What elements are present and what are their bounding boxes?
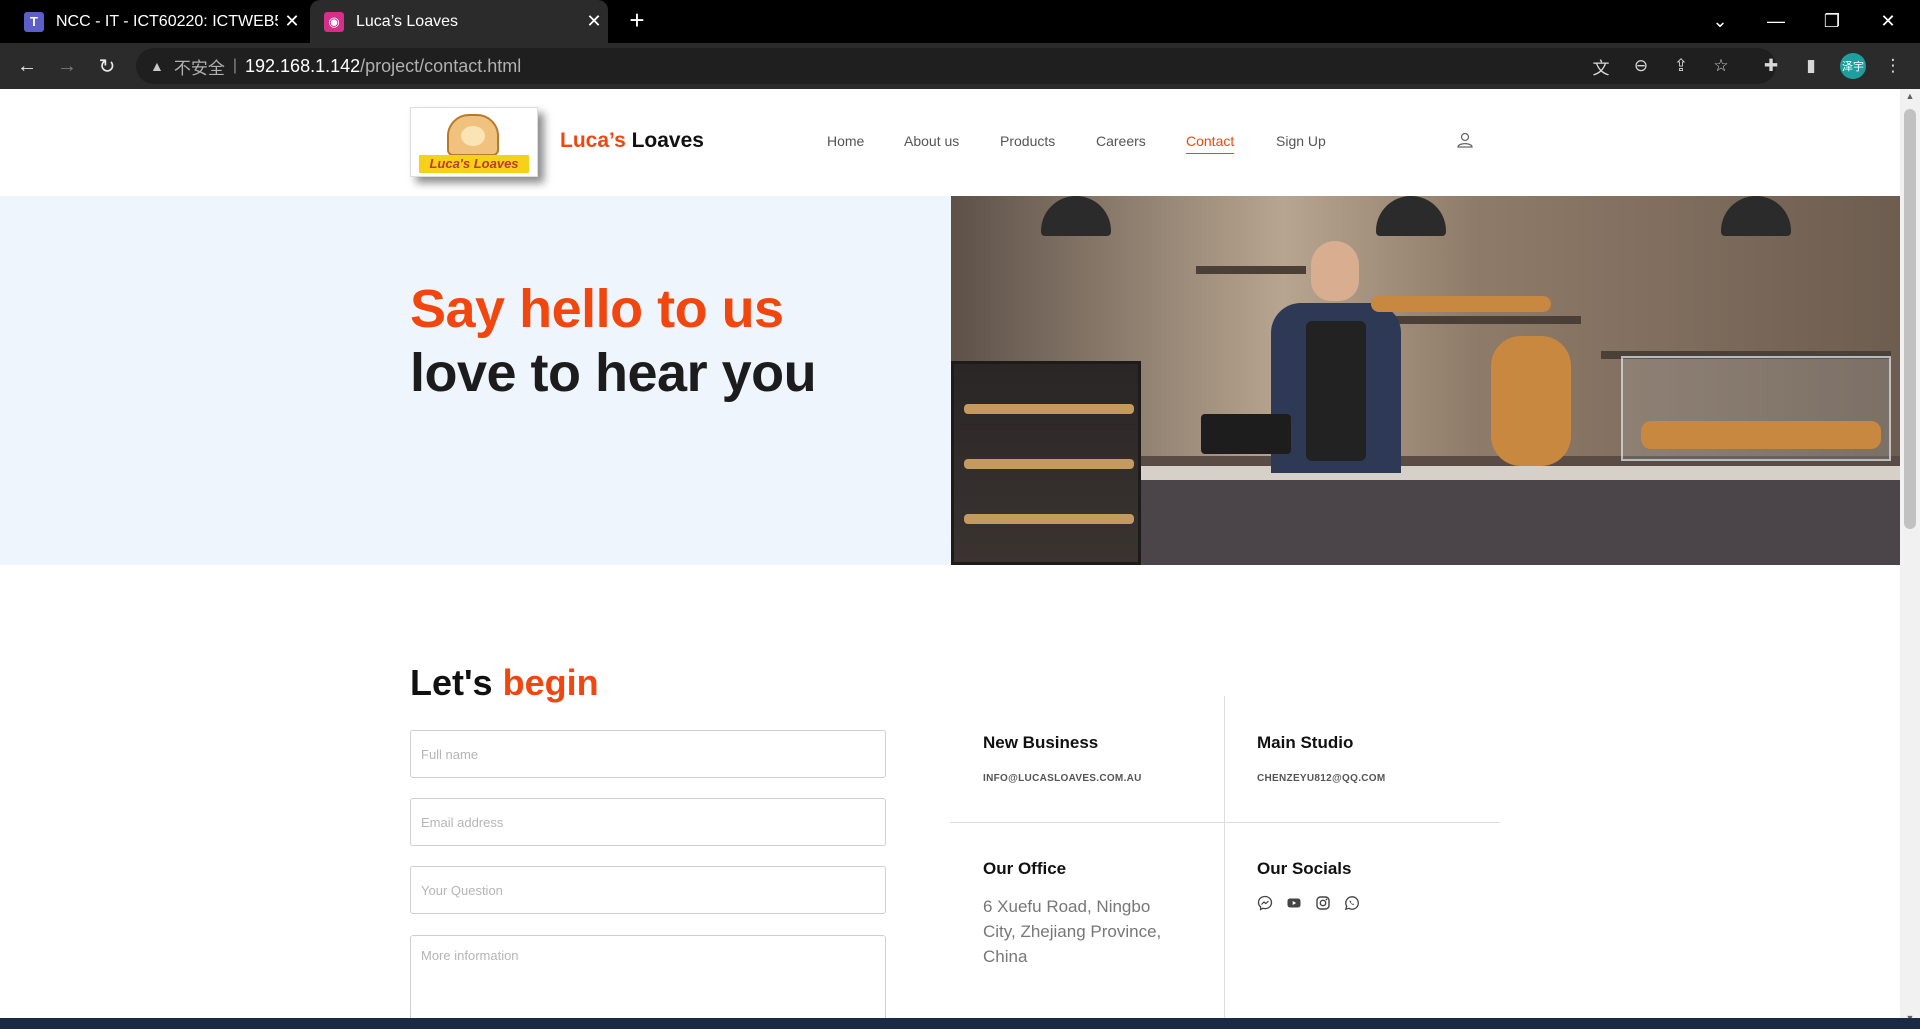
zoom-icon[interactable]: ⊖ [1628, 53, 1654, 79]
new-business-title: New Business [983, 733, 1099, 752]
info-divider-vertical [1224, 696, 1225, 1029]
nav-home[interactable]: Home [827, 133, 864, 149]
url-host: 192.168.1.142 [245, 55, 361, 76]
scroll-thumb[interactable] [1904, 109, 1916, 529]
warning-icon: ▲ [150, 58, 164, 74]
teams-favicon-icon: T [24, 11, 44, 32]
office-address: 6 Xuefu Road, Ningbo City, Zhejiang Prov… [983, 897, 1162, 966]
nav-products[interactable]: Products [1000, 133, 1055, 149]
tab-ncc[interactable]: T NCC - IT - ICT60220: ICTWEB5 ✕ [10, 0, 306, 43]
brand-name[interactable]: Luca’s Loaves [560, 129, 704, 153]
insecure-label: 不安全 [173, 58, 225, 78]
section-title: Let's begin [410, 662, 599, 704]
new-business-email[interactable]: INFO@LUCASLOAVES.COM.AU [983, 773, 1142, 784]
site-favicon-icon: ◉ [324, 11, 344, 32]
case-pastries [964, 514, 1134, 524]
tab-title: NCC - IT - ICT60220: ICTWEB5 [56, 12, 278, 30]
brand-rest: Loaves [625, 129, 704, 152]
hero-heading-accent: Say hello to us [410, 279, 784, 339]
nav-contact[interactable]: Contact [1186, 133, 1235, 154]
share-icon[interactable]: ⇪ [1668, 53, 1694, 79]
photo-countertop [1131, 466, 1900, 480]
full-name-input[interactable] [410, 730, 886, 778]
socials-title: Our Socials [1257, 859, 1352, 878]
tab-title: Luca’s Loaves [356, 12, 458, 30]
back-button[interactable]: ← [12, 51, 42, 81]
browser-toolbar: ← → ↻ ▲ 不安全 | 192.168.1.142 /project/con… [0, 43, 1920, 89]
baker-head [1311, 241, 1359, 301]
bookmark-star-icon[interactable]: ☆ [1708, 53, 1734, 79]
browser-tab-bar: T NCC - IT - ICT60220: ICTWEB5 ✕ ◉ Luca’… [0, 0, 1920, 43]
nav-about[interactable]: About us [904, 133, 959, 149]
close-tab-icon[interactable]: ✕ [580, 11, 608, 32]
url-path: /project/contact.html [360, 55, 522, 76]
forward-button[interactable]: → [52, 51, 82, 81]
section-title-accent: begin [502, 662, 599, 703]
tab-lucas-loaves[interactable]: ◉ Luca’s Loaves ✕ [310, 0, 608, 43]
user-account-icon[interactable] [1456, 131, 1474, 149]
url-separator: | [232, 57, 238, 74]
messenger-icon[interactable] [1257, 895, 1273, 911]
instagram-icon[interactable] [1315, 895, 1331, 911]
more-info-textarea[interactable] [410, 935, 886, 1025]
menu-kebab-icon[interactable]: ⋮ [1880, 53, 1906, 79]
sandwich-row [1641, 421, 1881, 449]
office-title: Our Office [983, 859, 1067, 878]
info-divider-horizontal [950, 822, 1500, 823]
case-pastries [964, 404, 1134, 414]
minimize-button[interactable]: — [1748, 0, 1804, 43]
shelf-bread [1371, 296, 1551, 312]
pretzel-stand [1491, 336, 1571, 466]
scroll-up-arrow-icon[interactable]: ▲ [1900, 91, 1920, 105]
address-bar[interactable]: ▲ 不安全 | 192.168.1.142 /project/contact.h… [136, 48, 1776, 84]
close-tab-icon[interactable]: ✕ [278, 11, 306, 32]
close-window-button[interactable]: ✕ [1860, 0, 1916, 43]
case-pastries [964, 459, 1134, 469]
bread-logo-icon [447, 114, 499, 156]
taskbar-edge [0, 1018, 1920, 1029]
restore-button[interactable]: ❐ [1804, 0, 1860, 43]
logo-text: Luca's Loaves [419, 155, 529, 173]
page-scrollbar[interactable]: ▲ ▼ [1900, 89, 1920, 1029]
nav-signup[interactable]: Sign Up [1276, 133, 1326, 149]
bakery-hero-image [951, 196, 1900, 565]
translate-icon[interactable]: 文 [1588, 53, 1614, 79]
question-input[interactable] [410, 866, 886, 914]
cash-register [1201, 414, 1291, 454]
hero-heading: love to hear you [410, 343, 817, 403]
brand-accent: Luca’s [560, 129, 626, 152]
page-viewport: Luca's Loaves Luca’s Loaves Home About u… [0, 89, 1900, 1029]
site-header: Luca's Loaves Luca’s Loaves Home About u… [0, 89, 1900, 196]
email-input[interactable] [410, 798, 886, 846]
whatsapp-icon[interactable] [1344, 895, 1360, 911]
site-logo[interactable]: Luca's Loaves [410, 107, 538, 177]
reload-button[interactable]: ↻ [92, 51, 122, 81]
main-studio-title: Main Studio [1257, 733, 1354, 752]
side-panel-icon[interactable]: ▮ [1798, 53, 1824, 79]
section-title-plain: Let's [410, 662, 493, 703]
profile-avatar[interactable]: 泽宇 [1840, 53, 1866, 79]
nav-careers[interactable]: Careers [1096, 133, 1146, 149]
main-studio-email[interactable]: CHENZEYU812@QQ.COM [1257, 773, 1386, 784]
display-case [951, 361, 1141, 565]
extensions-icon[interactable]: ✚ [1758, 53, 1784, 79]
youtube-icon[interactable] [1286, 895, 1302, 911]
tab-search-icon[interactable]: ⌄ [1692, 0, 1748, 43]
new-tab-button[interactable]: + [622, 6, 652, 36]
baker-apron [1306, 321, 1366, 461]
